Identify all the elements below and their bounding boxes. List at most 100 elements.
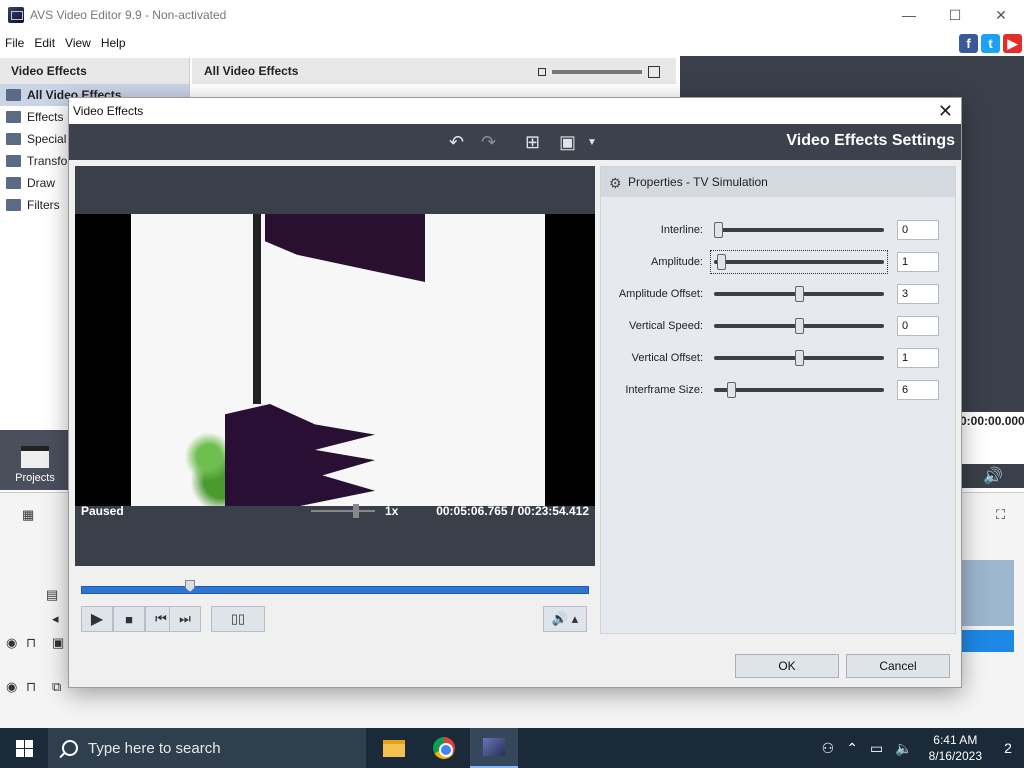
- properties-panel: ⚙ Properties - TV Simulation Interline: …: [600, 166, 956, 634]
- thumb-size-track[interactable]: [552, 70, 642, 74]
- playback-status-bar: Paused 1x 00:05:06.765 / 00:23:54.412: [75, 504, 595, 566]
- chevron-up-icon[interactable]: ⌃: [846, 740, 858, 757]
- stop-button[interactable]: ■: [113, 606, 145, 632]
- preview-time: 0:00:00.000: [960, 412, 1024, 430]
- avs-taskbar-button[interactable]: [470, 728, 518, 768]
- property-slider[interactable]: [714, 350, 884, 366]
- property-vertical-offset: Vertical Offset: 1: [601, 347, 957, 369]
- property-slider[interactable]: [714, 382, 884, 398]
- clock[interactable]: 6:41 AM 8/16/2023: [929, 732, 982, 764]
- projects-tab[interactable]: Projects: [0, 430, 70, 490]
- chrome-taskbar-button[interactable]: [420, 728, 468, 768]
- dialog-close-button[interactable]: ✕: [938, 101, 953, 122]
- category-label: Effects: [27, 110, 64, 124]
- storyboard-icon[interactable]: ▦: [22, 507, 34, 523]
- file-explorer-taskbar-button[interactable]: [370, 728, 418, 768]
- lock-icon[interactable]: ⊓: [26, 679, 36, 695]
- property-slider-knob[interactable]: [717, 254, 726, 270]
- seek-track[interactable]: [81, 586, 589, 594]
- property-label: Vertical Speed:: [629, 320, 703, 332]
- system-tray: ⚇ ⌃ ▭ 🔈 6:41 AM 8/16/2023 2: [816, 728, 1024, 768]
- timeline-clip[interactable]: [962, 560, 1014, 626]
- mark-in-out-button[interactable]: ▯▯: [211, 606, 265, 632]
- property-slider-knob[interactable]: [714, 222, 723, 238]
- chevron-down-icon[interactable]: ▼: [587, 131, 597, 153]
- property-slider-knob[interactable]: [795, 350, 804, 366]
- folder-icon: [6, 133, 21, 145]
- property-label: Amplitude:: [651, 256, 703, 268]
- start-button[interactable]: [0, 728, 48, 768]
- projects-label: Projects: [15, 472, 55, 484]
- youtube-icon[interactable]: ▶: [1003, 34, 1022, 53]
- close-button[interactable]: ✕: [978, 0, 1024, 30]
- dialog-toolbar: ↶ ↷ ⊞ ▣ ▼ Video Effects Settings: [69, 124, 961, 160]
- property-slider-knob[interactable]: [795, 286, 804, 302]
- volume-icon[interactable]: 🔊: [962, 464, 1024, 488]
- property-value-field[interactable]: 6: [897, 380, 939, 400]
- ok-button[interactable]: OK: [735, 654, 839, 678]
- avs-app-icon: [483, 738, 505, 756]
- property-value-field[interactable]: 3: [897, 284, 939, 304]
- timeline-effect-bar[interactable]: [962, 630, 1014, 652]
- effects-panel-title: Video Effects: [0, 58, 189, 84]
- property-label: Interline:: [660, 224, 703, 236]
- speed-slider-knob[interactable]: [353, 504, 359, 518]
- category-label: Draw: [27, 176, 56, 190]
- property-amplitude-offset: Amplitude Offset: 3: [601, 283, 957, 305]
- redo-icon[interactable]: ↷: [481, 131, 496, 153]
- thumbnail-size-slider[interactable]: [538, 66, 660, 78]
- property-slider[interactable]: [714, 318, 884, 334]
- chrome-icon: [433, 737, 455, 759]
- search-placeholder: Type here to search: [88, 739, 221, 757]
- property-slider-knob[interactable]: [727, 382, 736, 398]
- search-icon: [62, 740, 78, 756]
- clapperboard-icon: [21, 446, 49, 468]
- speed-slider-track[interactable]: [311, 510, 375, 512]
- property-value-field[interactable]: 0: [897, 316, 939, 336]
- gear-icon: ⚙: [609, 175, 622, 191]
- speaker-icon[interactable]: 🔈: [895, 740, 912, 757]
- property-value-field[interactable]: 0: [897, 220, 939, 240]
- volume-button[interactable]: 🔊 ▴: [543, 606, 587, 632]
- property-slider[interactable]: [714, 286, 884, 302]
- maximize-button[interactable]: ☐: [932, 0, 978, 30]
- app-title: AVS Video Editor 9.9 - Non-activated: [30, 8, 227, 22]
- play-button[interactable]: ▶: [81, 606, 113, 632]
- display-mode-icon[interactable]: ▣: [559, 131, 576, 153]
- property-slider-knob[interactable]: [795, 318, 804, 334]
- folder-icon: [6, 89, 21, 101]
- menu-help[interactable]: Help: [96, 36, 131, 50]
- property-slider[interactable]: [714, 222, 884, 238]
- undo-icon[interactable]: ↶: [449, 131, 464, 153]
- property-value-field[interactable]: 1: [897, 348, 939, 368]
- next-frame-button[interactable]: ⏭: [169, 606, 201, 632]
- taskbar-search[interactable]: Type here to search: [48, 728, 366, 768]
- eye-icon[interactable]: ◉: [6, 679, 17, 695]
- minimize-button[interactable]: —: [886, 0, 932, 30]
- notification-center-icon[interactable]: 2: [992, 728, 1024, 768]
- people-icon[interactable]: ⚇: [822, 740, 835, 757]
- menu-file[interactable]: File: [0, 36, 29, 50]
- cancel-button[interactable]: Cancel: [846, 654, 950, 678]
- network-icon[interactable]: ▭: [870, 740, 883, 757]
- lock-icon[interactable]: ⊓: [26, 635, 36, 651]
- menu-view[interactable]: View: [60, 36, 96, 50]
- fit-timeline-icon[interactable]: ⛶: [996, 507, 1005, 523]
- eye-icon[interactable]: ◉: [6, 635, 17, 651]
- menu-bar: File Edit View Help: [0, 32, 1024, 54]
- audio-mute-icon[interactable]: ◂: [52, 611, 59, 627]
- twitter-icon[interactable]: t: [981, 34, 1000, 53]
- dialog-title: Video Effects: [73, 104, 144, 118]
- effects-track-icon: ▣: [52, 635, 65, 650]
- clock-date: 8/16/2023: [928, 749, 982, 763]
- seek-bar[interactable]: [75, 578, 595, 598]
- playback-controls: ▶ ■ ⏮ ⏭ ▯▯ 🔊 ▴: [75, 606, 595, 636]
- property-label: Amplitude Offset:: [618, 288, 703, 300]
- property-vertical-speed: Vertical Speed: 0: [601, 315, 957, 337]
- crop-grid-icon[interactable]: ⊞: [525, 131, 540, 153]
- menu-edit[interactable]: Edit: [29, 36, 60, 50]
- facebook-icon[interactable]: f: [959, 34, 978, 53]
- property-slider[interactable]: [714, 254, 884, 270]
- property-value-field[interactable]: 1: [897, 252, 939, 272]
- video-frame: [75, 214, 595, 508]
